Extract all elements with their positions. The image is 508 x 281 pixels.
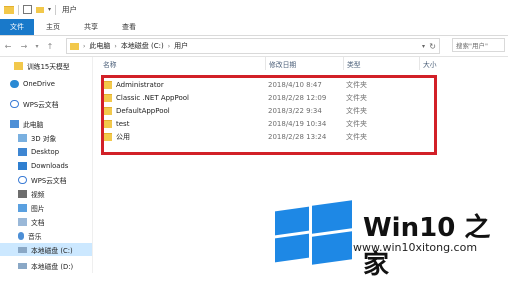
sidebar-item-label: 此电脑 — [23, 120, 44, 129]
sidebar-item-local-disk-c[interactable]: 本地磁盘 (C:) — [0, 243, 92, 256]
search-input[interactable]: 搜索"用户" — [452, 38, 505, 52]
refresh-icon[interactable]: ↻ — [429, 42, 436, 51]
folder-icon — [70, 42, 79, 50]
column-header-type[interactable]: 类型 — [343, 57, 423, 70]
divider — [55, 4, 57, 15]
folder-icon — [4, 5, 14, 14]
breadcrumb-users[interactable]: 用户 — [174, 41, 188, 51]
sidebar-item-3d-objects[interactable]: 3D 对象 — [18, 131, 56, 144]
watermark-url: www.win10xitong.com — [353, 241, 478, 254]
column-header-size[interactable]: 大小 — [419, 57, 473, 70]
divider — [18, 4, 19, 15]
sidebar-item-label: WPS云文档 — [31, 176, 67, 185]
document-icon — [18, 217, 27, 226]
sidebar-item-onedrive[interactable]: OneDrive — [10, 77, 55, 90]
tab-file[interactable]: 文件 — [0, 19, 34, 35]
sidebar-item-wps-cloud[interactable]: WPS云文档 — [10, 97, 59, 110]
tab-share[interactable]: 共享 — [72, 19, 110, 35]
column-header-date[interactable]: 修改日期 — [265, 57, 345, 70]
sidebar-item-label: OneDrive — [23, 79, 55, 88]
navigation-pane: 训练15天模型 OneDrive WPS云文档 此电脑 3D 对象 Deskto… — [0, 57, 93, 273]
forward-arrow-icon[interactable]: → — [16, 42, 32, 51]
chevron-right-icon[interactable]: › — [168, 43, 170, 50]
sidebar-item-documents[interactable]: 文档 — [18, 215, 45, 228]
recent-chevron-icon[interactable]: ▾ — [32, 43, 42, 50]
folder-small-icon[interactable] — [36, 6, 44, 13]
sidebar-item-label: WPS云文档 — [23, 100, 59, 109]
sidebar-item-pictures[interactable]: 图片 — [18, 201, 45, 214]
sidebar-item-label: 本地磁盘 (D:) — [31, 262, 74, 271]
folder-icon — [14, 61, 23, 70]
quick-access-toolbar: ▾ — [0, 4, 57, 15]
column-label: 修改日期 — [269, 60, 297, 69]
wps-cloud-icon — [10, 99, 19, 108]
sidebar-item-label: 文档 — [31, 218, 45, 227]
highlight-box — [101, 75, 437, 155]
windows-logo-tile — [312, 231, 352, 265]
column-header-name[interactable]: 名称 — [103, 57, 263, 70]
breadcrumb-this-pc[interactable]: 此电脑 — [89, 41, 110, 51]
sidebar-item-label: 3D 对象 — [31, 134, 57, 143]
ribbon-tabs: 文件 主页 共享 查看 — [0, 19, 508, 36]
chevron-right-icon[interactable]: › — [114, 43, 116, 50]
windows-logo-tile — [275, 233, 309, 263]
windows-logo-tile — [275, 206, 309, 236]
sidebar-item-music[interactable]: 音乐 — [18, 229, 42, 242]
chevron-right-icon[interactable]: › — [83, 43, 85, 50]
music-icon — [18, 231, 24, 240]
back-arrow-icon[interactable]: ← — [0, 42, 16, 51]
sidebar-item-videos[interactable]: 视频 — [18, 187, 45, 200]
up-arrow-icon[interactable]: ↑ — [42, 42, 58, 51]
picture-icon — [18, 203, 27, 212]
sidebar-item-local-disk-d[interactable]: 本地磁盘 (D:) — [18, 259, 73, 272]
wps-cloud-icon — [18, 175, 27, 184]
tab-home[interactable]: 主页 — [34, 19, 72, 35]
column-label: 大小 — [423, 60, 437, 69]
address-bar[interactable]: › 此电脑 › 本地磁盘 (C:) › 用户 ▾ ↻ — [66, 38, 440, 54]
sidebar-item-pinned[interactable]: 训练15天模型 — [14, 59, 70, 72]
sidebar-item-label: Desktop — [31, 147, 60, 156]
watermark-logo: Win10 之家 www.win10xitong.com — [275, 199, 505, 280]
sidebar-item-wps-cloud-2[interactable]: WPS云文档 — [18, 173, 67, 186]
sidebar-item-desktop[interactable]: Desktop — [18, 145, 59, 158]
checkbox-icon[interactable] — [23, 5, 32, 14]
sidebar-item-label: 图片 — [31, 204, 45, 213]
sidebar-item-this-pc[interactable]: 此电脑 — [10, 117, 43, 130]
drive-icon — [18, 262, 27, 269]
desktop-icon — [18, 147, 27, 156]
chevron-down-icon[interactable]: ▾ — [48, 6, 51, 13]
sidebar-item-downloads[interactable]: Downloads — [18, 159, 68, 172]
download-icon — [18, 161, 27, 170]
tab-view[interactable]: 查看 — [110, 19, 148, 35]
sidebar-item-label: 视频 — [31, 190, 45, 199]
video-icon — [18, 189, 27, 198]
cube-icon — [18, 133, 27, 142]
window-title: 用户 — [62, 5, 78, 14]
breadcrumb-local-disk[interactable]: 本地磁盘 (C:) — [121, 41, 164, 51]
title-bar: ▾ 用户 — [0, 0, 508, 20]
navigation-bar: ← → ▾ ↑ › 此电脑 › 本地磁盘 (C:) › 用户 ▾ ↻ 搜索"用户… — [0, 36, 508, 57]
sidebar-item-label: Downloads — [31, 161, 69, 170]
sidebar-item-label: 本地磁盘 (C:) — [31, 246, 73, 255]
drive-icon — [18, 246, 27, 253]
sidebar-item-label: 音乐 — [28, 232, 42, 241]
column-label: 名称 — [103, 60, 117, 69]
windows-logo-tile — [312, 200, 352, 234]
sidebar-item-label: 训练15天模型 — [27, 62, 70, 71]
computer-icon — [10, 119, 19, 128]
column-label: 类型 — [347, 60, 361, 69]
address-dropdown-icon[interactable]: ▾ — [422, 43, 425, 50]
cloud-icon — [10, 79, 19, 88]
